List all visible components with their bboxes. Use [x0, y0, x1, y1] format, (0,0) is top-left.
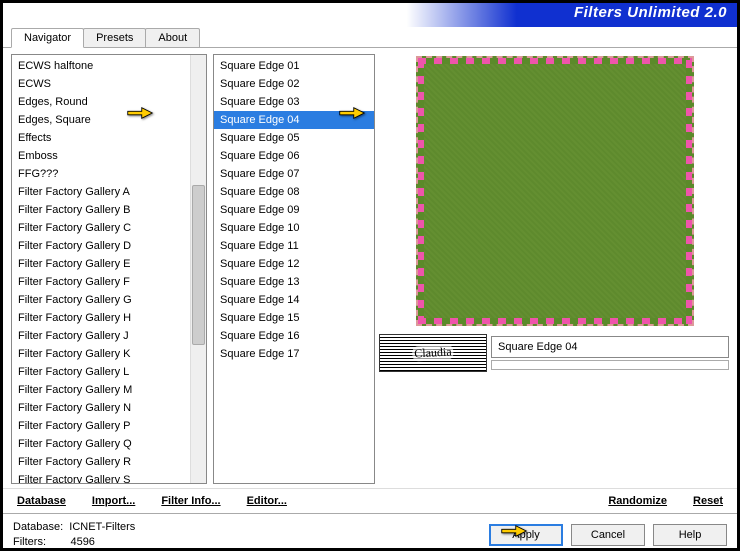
- action-buttons: Apply Cancel Help: [489, 524, 727, 546]
- list-item[interactable]: Filter Factory Gallery R: [12, 453, 190, 471]
- list-item[interactable]: Square Edge 17: [214, 345, 374, 363]
- category-list[interactable]: ECWS halftoneECWSEdges, RoundEdges, Squa…: [12, 55, 190, 483]
- database-link[interactable]: Database: [13, 493, 70, 509]
- list-item[interactable]: ECWS: [12, 75, 190, 93]
- list-item[interactable]: Square Edge 10: [214, 219, 374, 237]
- list-item[interactable]: Square Edge 14: [214, 291, 374, 309]
- category-list-wrap: ECWS halftoneECWSEdges, RoundEdges, Squa…: [11, 54, 207, 484]
- import-link[interactable]: Import...: [88, 493, 139, 509]
- list-item[interactable]: Filter Factory Gallery J: [12, 327, 190, 345]
- list-item[interactable]: Filter Factory Gallery S: [12, 471, 190, 483]
- db-info: Database: ICNET-Filters Filters: 4596: [13, 520, 135, 550]
- apply-button[interactable]: Apply: [489, 524, 563, 546]
- preview-image: [416, 56, 694, 326]
- list-item[interactable]: Filter Factory Gallery E: [12, 255, 190, 273]
- list-item[interactable]: Filter Factory Gallery M: [12, 381, 190, 399]
- tab-about[interactable]: About: [145, 28, 200, 47]
- tab-bar: Navigator Presets About: [3, 26, 737, 48]
- list-item[interactable]: Square Edge 07: [214, 165, 374, 183]
- list-item[interactable]: Square Edge 04: [214, 111, 374, 129]
- list-item[interactable]: Emboss: [12, 147, 190, 165]
- list-item[interactable]: Filter Factory Gallery C: [12, 219, 190, 237]
- editor-link[interactable]: Editor...: [243, 493, 291, 509]
- footer: Database: ICNET-Filters Filters: 4596 Ap…: [3, 513, 737, 556]
- scrollbar-thumb[interactable]: [192, 185, 205, 345]
- filter-list[interactable]: Square Edge 01Square Edge 02Square Edge …: [214, 55, 374, 483]
- preview-pane: Claudia Square Edge 04: [381, 54, 729, 488]
- filter-info-link[interactable]: Filter Info...: [157, 493, 224, 509]
- list-item[interactable]: Square Edge 12: [214, 255, 374, 273]
- list-item[interactable]: Square Edge 02: [214, 75, 374, 93]
- list-item[interactable]: Filter Factory Gallery L: [12, 363, 190, 381]
- randomize-link[interactable]: Randomize: [604, 493, 671, 509]
- reset-link[interactable]: Reset: [689, 493, 727, 509]
- list-item[interactable]: FFG???: [12, 165, 190, 183]
- list-item[interactable]: Filter Factory Gallery N: [12, 399, 190, 417]
- list-item[interactable]: Edges, Square: [12, 111, 190, 129]
- list-item[interactable]: Filter Factory Gallery H: [12, 309, 190, 327]
- list-item[interactable]: Square Edge 05: [214, 129, 374, 147]
- list-item[interactable]: Square Edge 08: [214, 183, 374, 201]
- list-item[interactable]: Square Edge 01: [214, 57, 374, 75]
- list-item[interactable]: Square Edge 15: [214, 309, 374, 327]
- app-window: Filters Unlimited 2.0 Navigator Presets …: [0, 0, 740, 551]
- content-area: ECWS halftoneECWSEdges, RoundEdges, Squa…: [3, 48, 737, 488]
- list-item[interactable]: Filter Factory Gallery K: [12, 345, 190, 363]
- current-filter-name: Square Edge 04: [491, 336, 729, 358]
- help-button[interactable]: Help: [653, 524, 727, 546]
- list-item[interactable]: ECWS halftone: [12, 57, 190, 75]
- category-scrollbar[interactable]: [190, 55, 206, 483]
- tab-navigator[interactable]: Navigator: [11, 28, 84, 48]
- list-item[interactable]: Effects: [12, 129, 190, 147]
- list-item[interactable]: Filter Factory Gallery P: [12, 417, 190, 435]
- list-item[interactable]: Square Edge 09: [214, 201, 374, 219]
- tab-presets[interactable]: Presets: [83, 28, 146, 47]
- list-item[interactable]: Filter Factory Gallery A: [12, 183, 190, 201]
- list-item[interactable]: Square Edge 16: [214, 327, 374, 345]
- list-item[interactable]: Square Edge 06: [214, 147, 374, 165]
- list-item[interactable]: Filter Factory Gallery F: [12, 273, 190, 291]
- cancel-button[interactable]: Cancel: [571, 524, 645, 546]
- titlebar: Filters Unlimited 2.0: [3, 3, 737, 27]
- filter-list-wrap: Square Edge 01Square Edge 02Square Edge …: [213, 54, 375, 484]
- link-button-row: Database Import... Filter Info... Editor…: [3, 488, 737, 513]
- list-item[interactable]: Filter Factory Gallery D: [12, 237, 190, 255]
- progress-bar: [491, 360, 729, 370]
- list-item[interactable]: Square Edge 11: [214, 237, 374, 255]
- list-item[interactable]: Filter Factory Gallery G: [12, 291, 190, 309]
- author-badge: Claudia: [379, 334, 487, 372]
- list-item[interactable]: Edges, Round: [12, 93, 190, 111]
- list-item[interactable]: Filter Factory Gallery Q: [12, 435, 190, 453]
- app-title: Filters Unlimited 2.0: [574, 4, 727, 21]
- list-item[interactable]: Square Edge 03: [214, 93, 374, 111]
- list-item[interactable]: Square Edge 13: [214, 273, 374, 291]
- list-item[interactable]: Filter Factory Gallery B: [12, 201, 190, 219]
